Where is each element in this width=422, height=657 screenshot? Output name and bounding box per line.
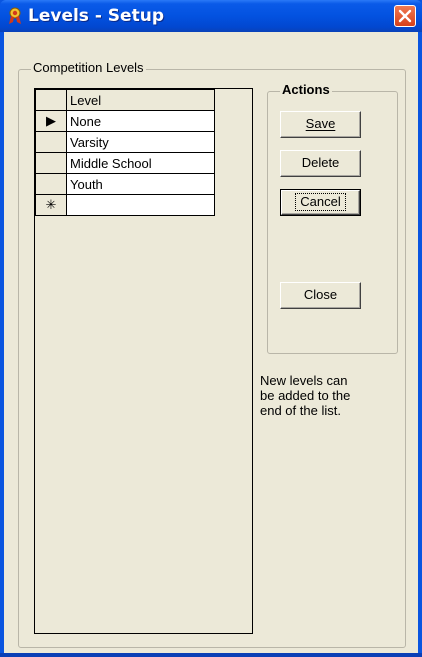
row-selector[interactable]: [35, 173, 67, 195]
table-row[interactable]: Youth: [35, 173, 215, 195]
window-bottom-border: [0, 653, 422, 657]
cancel-button-label: Cancel: [295, 193, 346, 211]
levels-setup-window: Levels - Setup Competition Levels Level …: [0, 0, 422, 657]
level-cell[interactable]: Middle School: [66, 152, 215, 174]
table-row[interactable]: ▶ None: [35, 110, 215, 132]
current-row-arrow-icon[interactable]: ▶: [35, 110, 67, 132]
levels-grid[interactable]: Level ▶ None Varsity Middle School Youth: [34, 88, 253, 634]
levels-table: Level ▶ None Varsity Middle School Youth: [35, 89, 215, 216]
row-selector[interactable]: [35, 131, 67, 153]
save-button-label: Save: [305, 116, 336, 131]
level-cell[interactable]: Varsity: [66, 131, 215, 153]
column-header-level[interactable]: Level: [66, 89, 215, 111]
close-button-label: Close: [303, 287, 338, 302]
level-cell[interactable]: None: [66, 110, 215, 132]
help-note: New levels can be added to the end of th…: [260, 373, 351, 418]
row-selector[interactable]: [35, 152, 67, 174]
close-window-button[interactable]: [394, 5, 416, 27]
save-button[interactable]: Save: [280, 111, 361, 138]
grid-header-row: Level: [35, 89, 215, 111]
level-cell[interactable]: Youth: [66, 173, 215, 195]
window-title: Levels - Setup: [28, 6, 164, 26]
new-row[interactable]: ✳: [35, 194, 215, 216]
close-icon: [398, 9, 412, 23]
competition-levels-label: Competition Levels: [31, 60, 146, 75]
cancel-button[interactable]: Cancel: [280, 189, 361, 216]
close-button[interactable]: Close: [280, 282, 361, 309]
table-row[interactable]: Middle School: [35, 152, 215, 174]
row-selector-header: [35, 89, 67, 111]
client-area: Competition Levels Level ▶ None Varsity …: [4, 32, 418, 653]
award-ribbon-icon: [9, 7, 21, 24]
delete-button[interactable]: Delete: [280, 150, 361, 177]
new-row-asterisk-icon[interactable]: ✳: [35, 194, 67, 216]
new-level-cell[interactable]: [66, 194, 215, 216]
actions-label: Actions: [280, 82, 332, 97]
delete-button-label: Delete: [301, 155, 340, 170]
table-row[interactable]: Varsity: [35, 131, 215, 153]
title-bar[interactable]: Levels - Setup: [0, 0, 422, 32]
